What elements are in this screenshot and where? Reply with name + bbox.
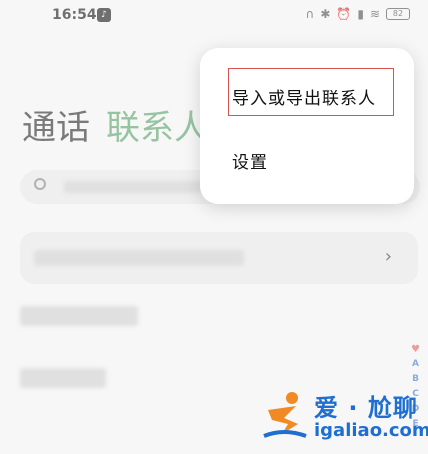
watermark-url: igaliao.com xyxy=(314,420,428,441)
watermark-logo-icon xyxy=(263,392,307,438)
menu-item-settings[interactable]: 设置 xyxy=(232,148,268,173)
watermark: 爱 · 尬聊 igaliao.com xyxy=(262,384,428,448)
watermark-text: 爱 · 尬聊 xyxy=(314,394,418,422)
menu-item-import-export[interactable]: 导入或导出联系人 xyxy=(232,84,376,109)
overflow-menu: 导入或导出联系人 设置 xyxy=(200,48,414,204)
